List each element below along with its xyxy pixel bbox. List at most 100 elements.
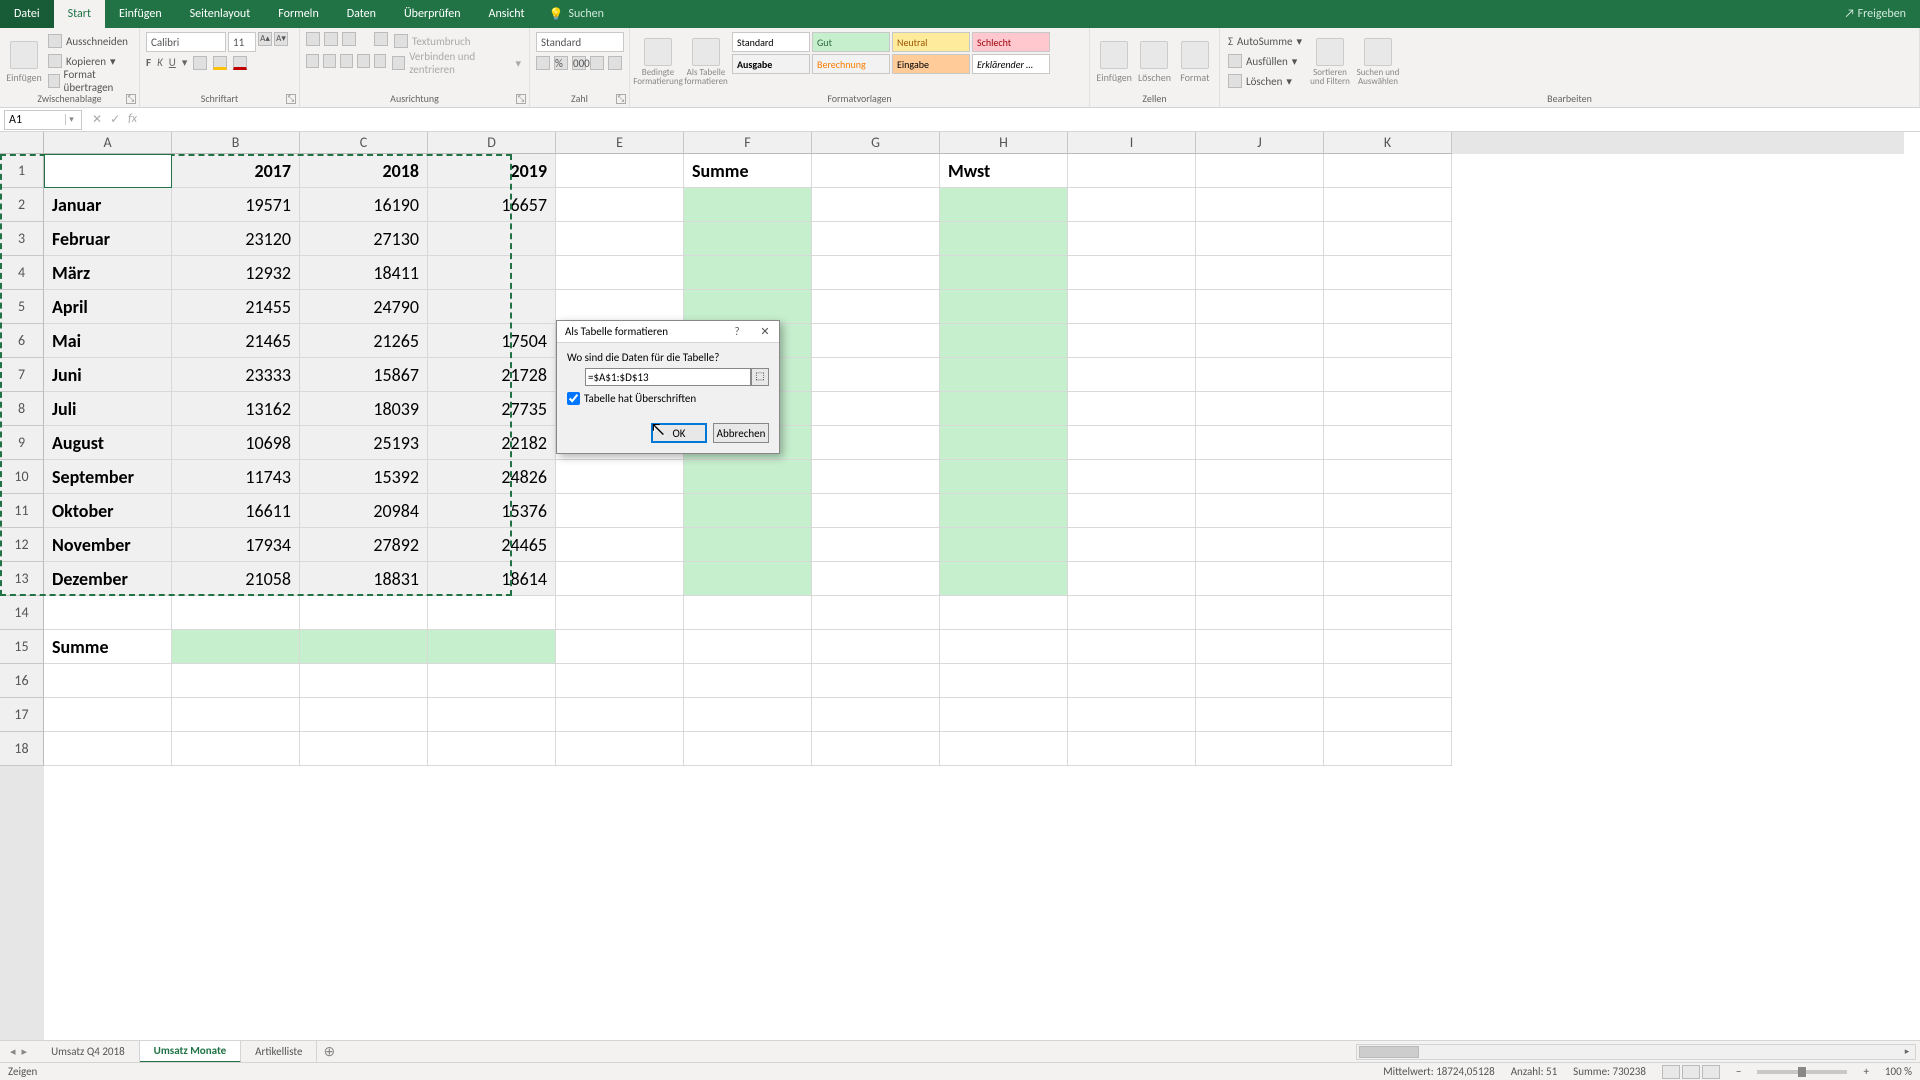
merge-button[interactable]: Verbinden und zentrieren ▾	[390, 54, 523, 72]
chevron-left-icon[interactable]: ◂	[10, 1045, 16, 1058]
cell-H15[interactable]	[940, 630, 1068, 664]
cell-J16[interactable]	[1196, 664, 1324, 698]
cell-B3[interactable]: 23120	[172, 222, 300, 256]
cell-A17[interactable]	[44, 698, 172, 732]
row-header-2[interactable]: 2	[0, 188, 44, 222]
cell-B17[interactable]	[172, 698, 300, 732]
increase-font-icon[interactable]: A▴	[258, 32, 272, 46]
cell-D3[interactable]	[428, 222, 556, 256]
format-cells-button[interactable]: Format	[1177, 32, 1213, 92]
cell-J17[interactable]	[1196, 698, 1324, 732]
zoom-thumb[interactable]	[1798, 1067, 1806, 1077]
dialog-launcher-icon[interactable]: ⤡	[516, 94, 526, 104]
cell-A2[interactable]: Januar	[44, 188, 172, 222]
cell-A11[interactable]: Oktober	[44, 494, 172, 528]
align-right-icon[interactable]	[340, 54, 353, 68]
comma-icon[interactable]: 000	[572, 56, 586, 70]
cell-I14[interactable]	[1068, 596, 1196, 630]
cell-D16[interactable]	[428, 664, 556, 698]
dialog-launcher-icon[interactable]: ⤡	[616, 94, 626, 104]
align-middle-icon[interactable]	[324, 32, 338, 46]
cell-D7[interactable]: 21728	[428, 358, 556, 392]
number-format-combo[interactable]: Standard	[536, 32, 624, 52]
horizontal-scrollbar[interactable]: ◂ ▸	[1356, 1044, 1916, 1060]
cell-D15[interactable]	[428, 630, 556, 664]
view-buttons[interactable]	[1662, 1065, 1720, 1079]
cell-B4[interactable]: 12932	[172, 256, 300, 290]
column-headers[interactable]: ABCDEFGHIJK	[44, 132, 1904, 154]
cell-G15[interactable]	[812, 630, 940, 664]
column-header-J[interactable]: J	[1196, 132, 1324, 154]
cell-G10[interactable]	[812, 460, 940, 494]
cell-J18[interactable]	[1196, 732, 1324, 766]
paste-button[interactable]: Einfügen	[6, 32, 42, 92]
cell-B5[interactable]: 21455	[172, 290, 300, 324]
cell-F16[interactable]	[684, 664, 812, 698]
cell-H2[interactable]	[940, 188, 1068, 222]
share-button[interactable]: ↗ Freigeben	[1844, 7, 1906, 21]
cell-J4[interactable]	[1196, 256, 1324, 290]
cell-E4[interactable]	[556, 256, 684, 290]
cell-A13[interactable]: Dezember	[44, 562, 172, 596]
orientation-icon[interactable]	[374, 32, 388, 46]
cell-F3[interactable]	[684, 222, 812, 256]
align-center-icon[interactable]	[323, 54, 336, 68]
cell-A6[interactable]: Mai	[44, 324, 172, 358]
cell-H3[interactable]	[940, 222, 1068, 256]
cell-K5[interactable]	[1324, 290, 1452, 324]
cell-C11[interactable]: 20984	[300, 494, 428, 528]
dialog-titlebar[interactable]: Als Tabelle formatieren ? ✕	[557, 321, 779, 343]
cell-B9[interactable]: 10698	[172, 426, 300, 460]
font-name-combo[interactable]: Calibri	[146, 32, 226, 52]
decrease-indent-icon[interactable]	[357, 54, 370, 68]
cell-G7[interactable]	[812, 358, 940, 392]
cell-B10[interactable]: 11743	[172, 460, 300, 494]
cell-E13[interactable]	[556, 562, 684, 596]
cell-B13[interactable]: 21058	[172, 562, 300, 596]
cell-B6[interactable]: 21465	[172, 324, 300, 358]
cell-J7[interactable]	[1196, 358, 1324, 392]
tell-me-search[interactable]: 💡 Suchen	[549, 7, 604, 22]
cell-J9[interactable]	[1196, 426, 1324, 460]
cell-I4[interactable]	[1068, 256, 1196, 290]
cell-G8[interactable]	[812, 392, 940, 426]
cell-B14[interactable]	[172, 596, 300, 630]
font-size-combo[interactable]: 11	[228, 32, 256, 52]
cell-B8[interactable]: 13162	[172, 392, 300, 426]
cell-F18[interactable]	[684, 732, 812, 766]
insert-cells-button[interactable]: Einfügen	[1096, 32, 1132, 92]
cell-D6[interactable]: 17504	[428, 324, 556, 358]
cell-E1[interactable]	[556, 154, 684, 188]
ribbon-tab-start[interactable]: Start	[54, 0, 105, 28]
cell-A1[interactable]	[44, 154, 172, 188]
row-header-16[interactable]: 16	[0, 664, 44, 698]
find-select-button[interactable]: Suchen und Auswählen	[1356, 32, 1400, 92]
cell-C14[interactable]	[300, 596, 428, 630]
cell-K17[interactable]	[1324, 698, 1452, 732]
cell-K7[interactable]	[1324, 358, 1452, 392]
align-left-icon[interactable]	[306, 54, 319, 68]
cell-G2[interactable]	[812, 188, 940, 222]
cut-button[interactable]: Ausschneiden	[46, 32, 133, 50]
cell-A3[interactable]: Februar	[44, 222, 172, 256]
clear-button[interactable]: Löschen ▾	[1226, 72, 1304, 90]
cell-E14[interactable]	[556, 596, 684, 630]
cell-H13[interactable]	[940, 562, 1068, 596]
cell-J1[interactable]	[1196, 154, 1324, 188]
conditional-formatting-button[interactable]: Bedingte Formatierung	[636, 32, 680, 92]
column-header-C[interactable]: C	[300, 132, 428, 154]
cell-C16[interactable]	[300, 664, 428, 698]
ribbon-tab-datei[interactable]: Datei	[0, 0, 54, 28]
cell-I1[interactable]	[1068, 154, 1196, 188]
cell-H9[interactable]	[940, 426, 1068, 460]
cell-D14[interactable]	[428, 596, 556, 630]
dialog-launcher-icon[interactable]: ⤡	[286, 94, 296, 104]
cell-I16[interactable]	[1068, 664, 1196, 698]
cancel-formula-icon[interactable]: ✕	[92, 112, 102, 127]
cell-K10[interactable]	[1324, 460, 1452, 494]
add-sheet-button[interactable]: ⊕	[317, 1043, 341, 1060]
cell-K18[interactable]	[1324, 732, 1452, 766]
cell-G6[interactable]	[812, 324, 940, 358]
row-header-13[interactable]: 13	[0, 562, 44, 596]
cell-J15[interactable]	[1196, 630, 1324, 664]
